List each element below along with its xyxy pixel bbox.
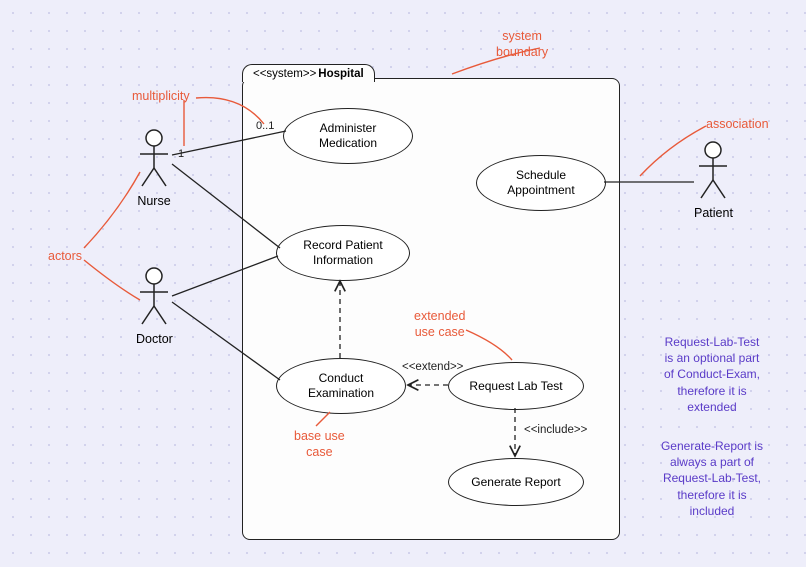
callout-actors-doctor	[84, 260, 140, 300]
system-boundary-title: <<system>> Hospital	[242, 64, 375, 82]
actor-nurse-label: Nurse	[137, 194, 170, 208]
actor-doctor-label: Doctor	[136, 332, 173, 346]
anno-system-boundary: system boundary	[496, 28, 548, 61]
use-case-conduct: Conduct Examination	[276, 358, 406, 414]
extend-label: <<extend>>	[402, 361, 463, 373]
note-include: Generate-Report is always a part of Requ…	[648, 438, 776, 519]
stick-figure-icon	[136, 266, 172, 328]
use-case-administer: Administer Medication	[283, 108, 413, 164]
actor-doctor: Doctor	[136, 266, 173, 346]
anno-extended-uc: extended use case	[414, 308, 465, 341]
actor-patient-label: Patient	[694, 206, 733, 220]
use-case-schedule: Schedule Appointment	[476, 155, 606, 211]
system-stereotype: <<system>>	[253, 68, 316, 80]
actor-nurse: Nurse	[136, 128, 172, 208]
multiplicity-admin: 0..1	[256, 120, 274, 132]
system-name: Hospital	[318, 68, 363, 80]
callout-actors-nurse	[84, 172, 140, 248]
use-case-generate: Generate Report	[448, 458, 584, 506]
use-case-request: Request Lab Test	[448, 362, 584, 410]
anno-multiplicity: multiplicity	[132, 88, 190, 104]
actor-patient: Patient	[694, 140, 733, 220]
anno-base-uc: base use case	[294, 428, 345, 461]
include-label: <<include>>	[524, 424, 587, 436]
anno-association: association	[706, 116, 769, 132]
note-extend: Request-Lab-Test is an optional part of …	[648, 334, 776, 415]
diagram-canvas: <<system>> Hospital Administer Medicatio…	[0, 0, 806, 567]
anno-actors: actors	[48, 248, 82, 264]
multiplicity-nurse: 1	[178, 148, 184, 160]
stick-figure-icon	[136, 128, 172, 190]
stick-figure-icon	[695, 140, 731, 202]
use-case-record: Record Patient Information	[276, 225, 410, 281]
